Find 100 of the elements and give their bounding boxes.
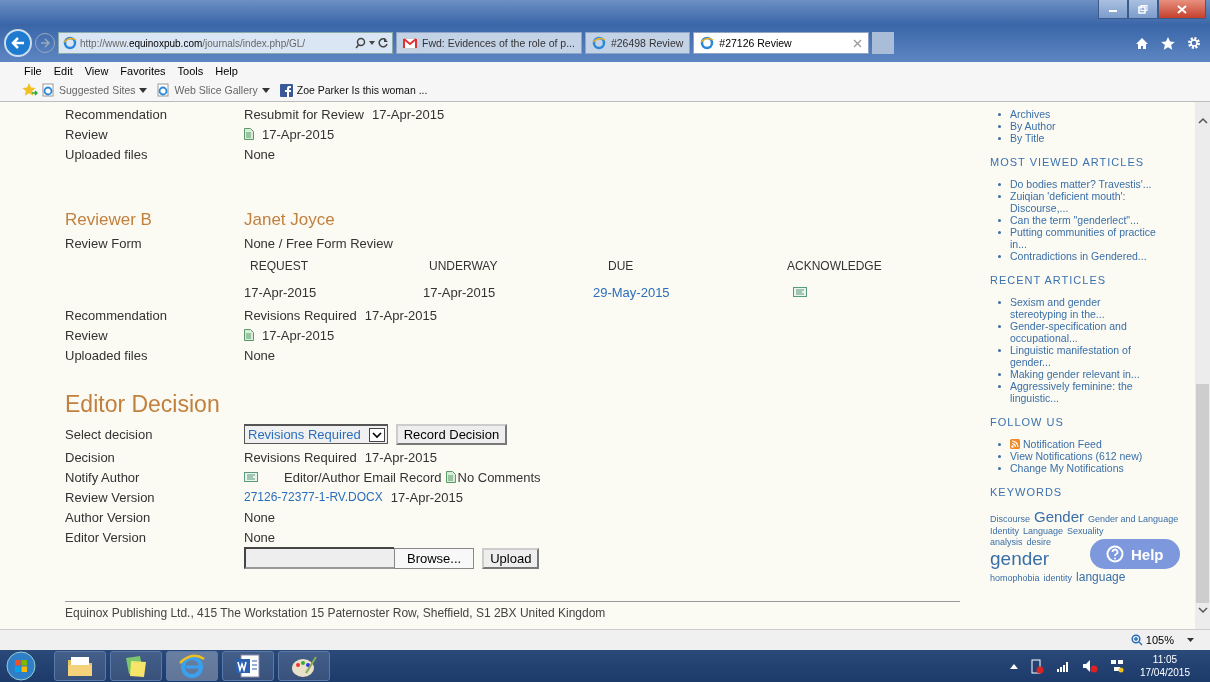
clock-time[interactable]: 11:05 bbox=[1152, 653, 1178, 666]
record-decision-button[interactable]: Record Decision bbox=[395, 423, 508, 445]
email-record-text: Editor/Author Email Record bbox=[284, 469, 442, 485]
show-hidden-icons-icon[interactable] bbox=[1009, 663, 1018, 669]
document-icon[interactable] bbox=[244, 329, 254, 341]
sidebar-link[interactable]: Gender-specification and occupational... bbox=[1010, 320, 1158, 344]
sidebar-link[interactable]: Notification Feed bbox=[1023, 438, 1102, 450]
home-icon[interactable] bbox=[1135, 36, 1149, 50]
keyword-link[interactable]: gender bbox=[990, 547, 1050, 571]
keyword-link[interactable]: language bbox=[1076, 570, 1126, 585]
scrollbar[interactable] bbox=[1195, 102, 1210, 629]
taskbar-button[interactable] bbox=[278, 651, 330, 681]
folder-icon bbox=[66, 654, 94, 678]
taskbar-button[interactable] bbox=[110, 651, 162, 681]
bullet bbox=[998, 219, 1001, 222]
taskbar-button[interactable] bbox=[54, 651, 106, 681]
sidebar-link[interactable]: Making gender relevant in... bbox=[1010, 368, 1140, 380]
favorites-link[interactable]: Web Slice Gallery bbox=[174, 84, 258, 96]
settings-icon[interactable] bbox=[1187, 36, 1201, 50]
file-path-field[interactable] bbox=[244, 547, 394, 569]
keyword-link[interactable]: analysis bbox=[990, 536, 1023, 548]
footer-text: Equinox Publishing Ltd., 415 The Workstation 15 Paternoster Row, Sheffield, S1 2BX United Kingdom bbox=[65, 606, 607, 620]
close-button[interactable] bbox=[1158, 0, 1206, 19]
menu-item[interactable]: View bbox=[84, 64, 109, 77]
sidebar-link[interactable]: Sexism and gender stereotyping in the... bbox=[1010, 296, 1158, 320]
sidebar-link[interactable]: Putting communities of practice in... bbox=[1010, 226, 1158, 250]
file-link[interactable]: 27126-72377-1-RV.DOCX bbox=[244, 490, 383, 504]
date-text: 17-Apr-2015 bbox=[364, 449, 437, 465]
network-icon[interactable] bbox=[1109, 659, 1124, 673]
menu-item[interactable]: File bbox=[24, 64, 42, 77]
keyword-link[interactable]: Identity bbox=[990, 526, 1020, 537]
refresh-icon[interactable] bbox=[378, 37, 388, 49]
sidebar-link[interactable]: Linguistic manifestation of gender... bbox=[1010, 344, 1158, 368]
bullet bbox=[998, 385, 1001, 388]
browser-tab[interactable]: #26498 Review bbox=[584, 32, 691, 54]
keyword-link[interactable]: Gender bbox=[1034, 508, 1085, 526]
sidebar-link[interactable]: Contradictions in Gendered... bbox=[1010, 250, 1147, 262]
due-date-link[interactable]: 29-May-2015 bbox=[593, 284, 670, 300]
restore-button[interactable] bbox=[1128, 0, 1158, 19]
mail-icon bbox=[403, 37, 417, 49]
favorites-link[interactable]: Suggested Sites bbox=[59, 84, 136, 96]
taskbar-button[interactable] bbox=[222, 651, 274, 681]
browse-link[interactable]: By Author bbox=[1010, 120, 1056, 132]
field-label: Author Version bbox=[65, 509, 152, 525]
sidebar-link[interactable]: Aggressively feminine: the linguistic... bbox=[1010, 380, 1158, 404]
menu-item[interactable]: Help bbox=[215, 64, 238, 77]
menu-item[interactable]: Favorites bbox=[120, 64, 166, 77]
column-header: ACKNOWLEDGE bbox=[787, 259, 883, 273]
field-value: None / Free Form Review bbox=[244, 235, 393, 251]
caret-icon[interactable] bbox=[261, 87, 270, 93]
bullet bbox=[998, 137, 1001, 140]
caret-icon[interactable] bbox=[139, 87, 148, 93]
keyword-link[interactable]: Discourse bbox=[990, 514, 1030, 525]
keyword-link[interactable]: homophobia bbox=[990, 573, 1040, 585]
start-button[interactable] bbox=[6, 651, 36, 681]
address-field[interactable]: http://www.equinoxpub.com/journals/index.php/GL/ bbox=[58, 32, 393, 54]
keyword-link[interactable]: desire bbox=[1026, 536, 1052, 548]
help-button[interactable]: Help bbox=[1090, 539, 1180, 569]
scroll-up-icon[interactable] bbox=[1197, 116, 1208, 124]
clock-date[interactable]: 17/04/2015 bbox=[1139, 666, 1190, 679]
caret-icon[interactable] bbox=[369, 41, 375, 45]
scroll-down-icon[interactable] bbox=[1197, 607, 1208, 615]
close-tab-icon[interactable] bbox=[853, 38, 863, 48]
search-icon[interactable] bbox=[355, 37, 366, 49]
zoom-icon[interactable] bbox=[1130, 634, 1143, 646]
browser-tab[interactable]: #27126 Review bbox=[693, 32, 870, 54]
email-icon[interactable] bbox=[793, 287, 807, 297]
caret-icon[interactable] bbox=[1187, 638, 1194, 642]
browse-link[interactable]: By Title bbox=[1010, 132, 1045, 144]
star-add-icon[interactable] bbox=[22, 83, 38, 97]
back-button[interactable] bbox=[4, 29, 32, 57]
email-icon[interactable] bbox=[244, 472, 258, 482]
field-label: Review bbox=[65, 327, 109, 343]
sidebar-link[interactable]: Zuiqian 'deficient mouth': Discourse,... bbox=[1010, 190, 1158, 214]
keyword-link[interactable]: Gender and Language bbox=[1088, 514, 1179, 525]
favorites-link[interactable]: Zoe Parker Is this woman ... bbox=[296, 84, 428, 96]
bullet bbox=[998, 231, 1001, 234]
minimize-button[interactable] bbox=[1098, 0, 1128, 19]
menu-item[interactable]: Edit bbox=[53, 64, 73, 77]
sidebar-link[interactable]: View Notifications (612 new) bbox=[1010, 450, 1143, 462]
battery-icon[interactable] bbox=[1029, 658, 1044, 674]
decision-dropdown[interactable]: Revisions Required bbox=[244, 424, 388, 444]
browse-button[interactable]: Browse... bbox=[394, 547, 475, 569]
star-icon[interactable] bbox=[1161, 36, 1175, 50]
document-icon[interactable] bbox=[445, 471, 456, 483]
signal-icon[interactable] bbox=[1055, 660, 1070, 672]
keyword-link[interactable]: Sexuality bbox=[1067, 526, 1104, 537]
document-icon[interactable] bbox=[244, 128, 254, 140]
browse-link[interactable]: Archives bbox=[1010, 108, 1051, 120]
keyword-link[interactable]: Language bbox=[1023, 526, 1064, 537]
zoom-level[interactable]: 105% bbox=[1145, 634, 1174, 646]
sidebar-link[interactable]: Do bodies matter? Travestis'... bbox=[1010, 178, 1152, 190]
browser-tab[interactable]: Fwd: Evidences of the role of p... bbox=[396, 32, 582, 54]
muted-speaker-icon[interactable] bbox=[1081, 659, 1098, 673]
keyword-link[interactable]: identity bbox=[1043, 573, 1073, 585]
sidebar-link[interactable]: Can the term "genderlect"... bbox=[1010, 214, 1139, 226]
sidebar-heading: FOLLOW US bbox=[990, 416, 1065, 428]
sidebar-link[interactable]: Change My Notifications bbox=[1010, 462, 1124, 474]
menu-item[interactable]: Tools bbox=[177, 64, 204, 77]
upload-button[interactable]: Upload bbox=[482, 547, 540, 569]
